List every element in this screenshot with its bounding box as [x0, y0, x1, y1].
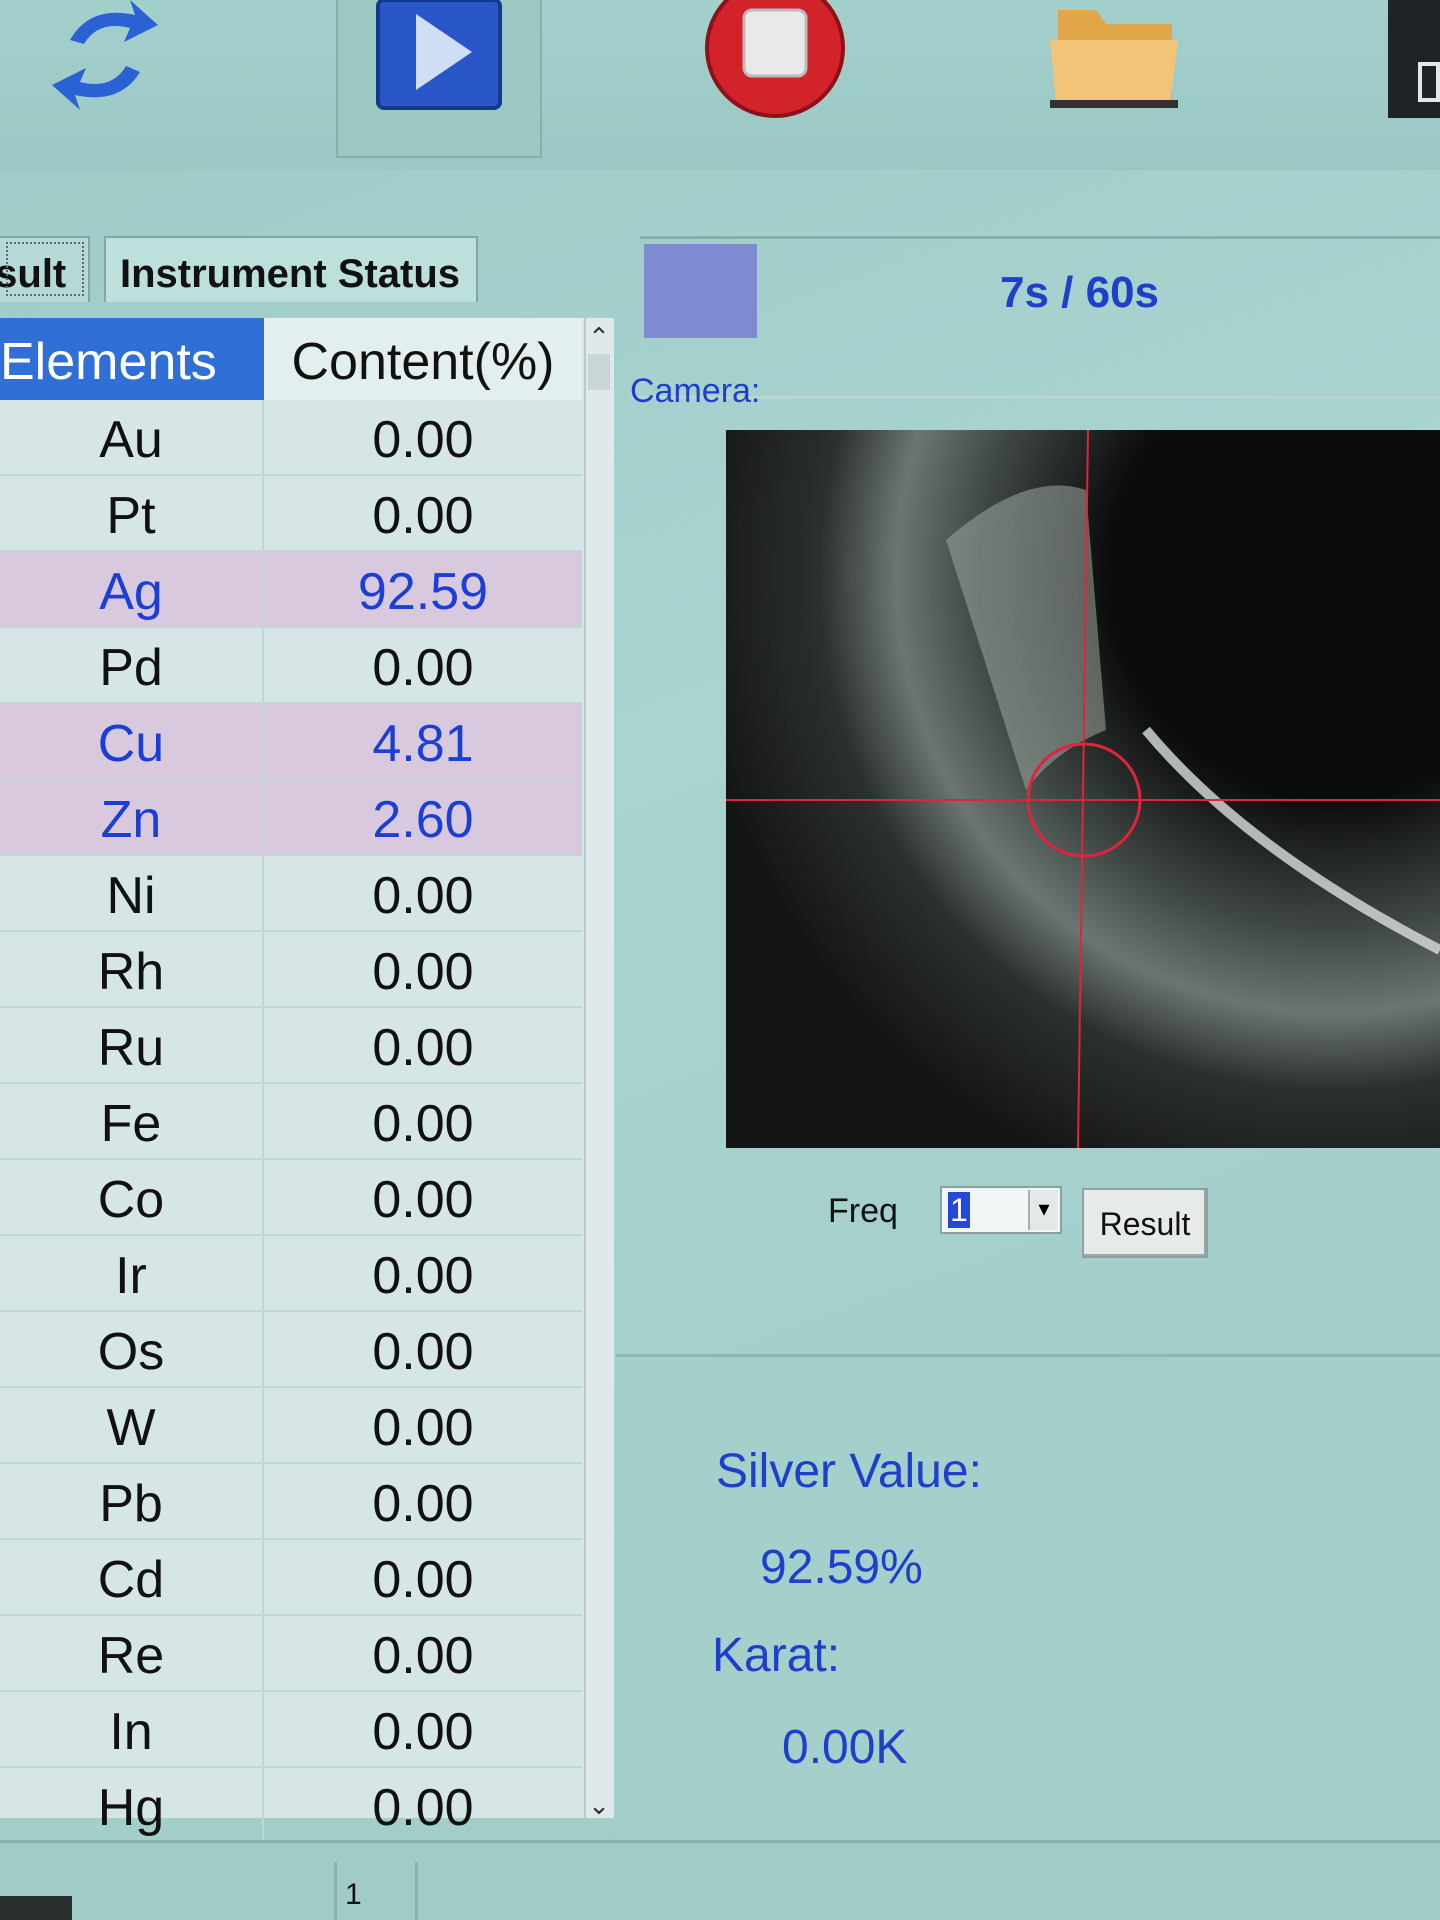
element-content: 0.00	[372, 1475, 474, 1533]
table-row[interactable]: W 0.00	[0, 1388, 582, 1464]
camera-view	[726, 430, 1440, 1148]
freq-selected-value: 1	[948, 1192, 970, 1228]
results-panel	[616, 1354, 1440, 1874]
refresh-button[interactable]	[50, 0, 160, 110]
element-symbol: Zn	[0, 780, 264, 854]
table-row[interactable]: Re 0.00	[0, 1616, 582, 1692]
element-content: 0.00	[372, 1627, 474, 1685]
open-folder-button[interactable]	[1044, 0, 1184, 110]
element-symbol: Hg	[0, 1768, 264, 1842]
element-content: 92.59	[357, 563, 489, 621]
camera-feed-image	[726, 430, 1440, 1148]
element-symbol: In	[0, 1692, 264, 1766]
karat-label: Karat:	[712, 1629, 841, 1682]
element-symbol: Cu	[0, 704, 264, 778]
scroll-up-icon[interactable]: ⌃	[586, 322, 612, 352]
column-header-content[interactable]: Content(%)	[264, 318, 582, 400]
table-row[interactable]: Ru 0.00	[0, 1008, 582, 1084]
element-content: 0.00	[372, 639, 474, 697]
camera-label: Camera:	[630, 372, 761, 410]
element-symbol: Ir	[0, 1236, 264, 1310]
table-row[interactable]: Zn 2.60	[0, 780, 582, 856]
chevron-down-icon[interactable]: ▾	[1028, 1190, 1058, 1230]
element-content: 0.00	[372, 487, 474, 545]
stop-button[interactable]	[702, 0, 848, 122]
column-header-elements[interactable]: Elements	[0, 318, 264, 400]
progress-fill	[644, 244, 757, 338]
scroll-thumb[interactable]	[588, 354, 610, 390]
table-row[interactable]: Cu 4.81	[0, 704, 582, 780]
table-row[interactable]: Ag 92.59	[0, 552, 582, 628]
element-content: 0.00	[372, 1703, 474, 1761]
element-content: 0.00	[372, 1019, 474, 1077]
element-content: 0.00	[372, 943, 474, 1001]
element-symbol: Cd	[0, 1540, 264, 1614]
element-symbol: Pb	[0, 1464, 264, 1538]
element-symbol: Pt	[0, 476, 264, 550]
element-content: 0.00	[372, 1247, 474, 1305]
table-row[interactable]: Co 0.00	[0, 1160, 582, 1236]
table-row[interactable]: Ni 0.00	[0, 856, 582, 932]
scroll-down-icon[interactable]: ⌄	[586, 1790, 612, 1820]
element-symbol: Pd	[0, 628, 264, 702]
tab-instrument-status[interactable]: Instrument Status	[104, 236, 478, 302]
element-table-body: Au 0.00 Pt 0.00 Ag 92.59 Pd 0.00 Cu 4.81 Zn 2.60 Ni 0…	[0, 400, 582, 1844]
table-row[interactable]: Fe 0.00	[0, 1084, 582, 1160]
play-icon	[376, 0, 502, 110]
table-row[interactable]: Pd 0.00	[0, 628, 582, 704]
silver-value: 92.59%	[760, 1541, 923, 1594]
freq-label: Freq	[828, 1192, 898, 1230]
element-content: 4.81	[372, 715, 474, 773]
karat-value: 0.00K	[782, 1721, 908, 1774]
element-symbol: W	[0, 1388, 264, 1462]
screen-bezel	[0, 1896, 72, 1920]
refresh-icon	[52, 0, 158, 110]
element-content: 0.00	[372, 1779, 474, 1837]
result-button[interactable]: Result	[1082, 1188, 1208, 1258]
folder-icon	[1050, 10, 1178, 108]
table-row[interactable]: Cd 0.00	[0, 1540, 582, 1616]
status-bar-cell: 1	[334, 1862, 418, 1920]
status-bar	[0, 1840, 1440, 1920]
element-content: 0.00	[372, 1095, 474, 1153]
table-row[interactable]: In 0.00	[0, 1692, 582, 1768]
element-content: 0.00	[372, 1551, 474, 1609]
element-symbol: Rh	[0, 932, 264, 1006]
element-symbol: Os	[0, 1312, 264, 1386]
timer-readout: 7s / 60s	[1000, 268, 1160, 317]
element-symbol: Re	[0, 1616, 264, 1690]
table-row[interactable]: Au 0.00	[0, 400, 582, 476]
element-content: 0.00	[372, 1171, 474, 1229]
start-button[interactable]	[376, 0, 502, 112]
element-symbol: Au	[0, 400, 264, 474]
table-scrollbar[interactable]	[584, 318, 614, 1818]
element-symbol: Co	[0, 1160, 264, 1234]
element-content: 0.00	[372, 1399, 474, 1457]
element-content: 0.00	[372, 1323, 474, 1381]
stop-icon	[705, 0, 845, 118]
element-content: 0.00	[372, 411, 474, 469]
element-symbol: Ni	[0, 856, 264, 930]
table-row[interactable]: Rh 0.00	[0, 932, 582, 1008]
tab-result[interactable]: Result	[0, 236, 90, 302]
element-symbol: Fe	[0, 1084, 264, 1158]
table-row[interactable]: Hg 0.00	[0, 1768, 582, 1844]
silver-value-label: Silver Value:	[716, 1445, 982, 1498]
element-symbol: Ag	[0, 552, 264, 626]
table-row[interactable]: Ir 0.00	[0, 1236, 582, 1312]
element-content: 2.60	[372, 791, 474, 849]
table-row[interactable]: Pt 0.00	[0, 476, 582, 552]
table-row[interactable]: Os 0.00	[0, 1312, 582, 1388]
table-row[interactable]: Pb 0.00	[0, 1464, 582, 1540]
element-content: 0.00	[372, 867, 474, 925]
save-icon	[1418, 62, 1440, 102]
element-symbol: Ru	[0, 1008, 264, 1082]
